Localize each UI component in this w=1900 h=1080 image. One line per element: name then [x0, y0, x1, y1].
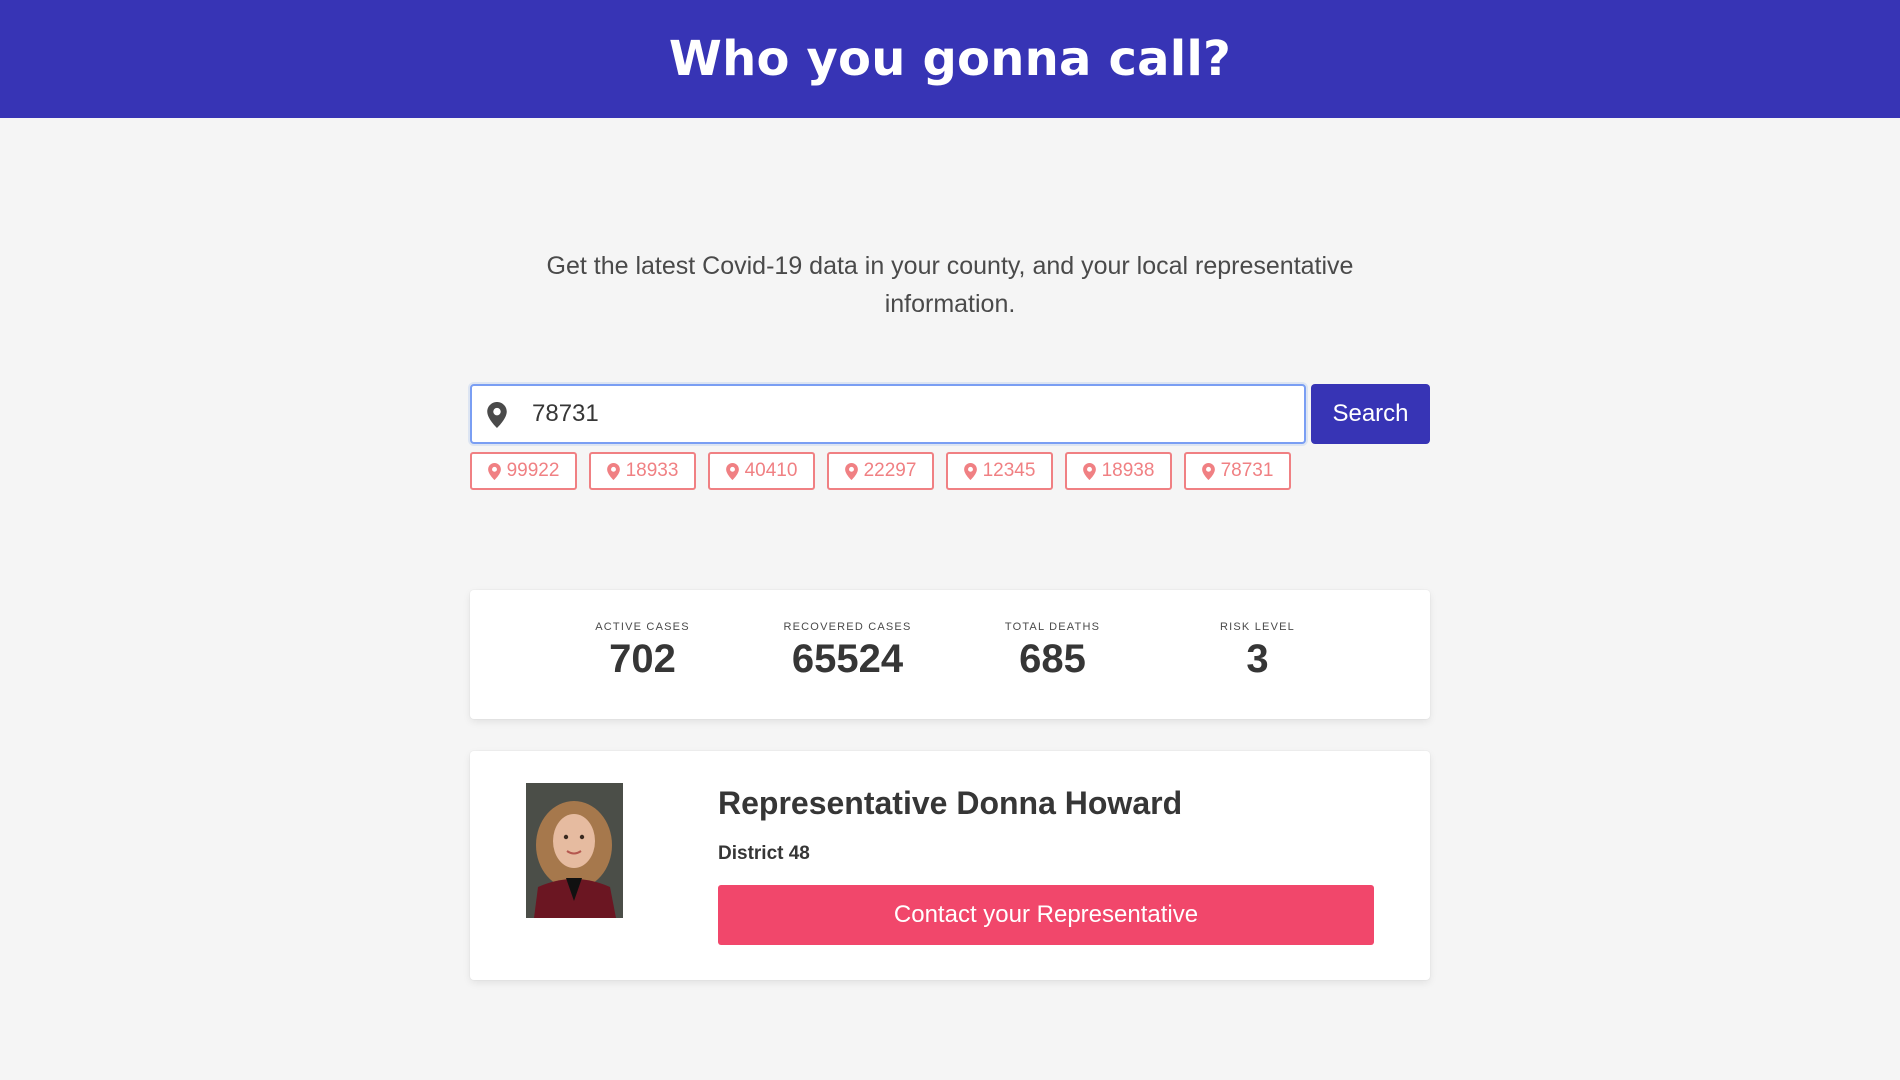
representative-district: District 48	[718, 843, 810, 864]
stat-value: 65524	[791, 637, 904, 681]
map-pin-icon	[1082, 462, 1096, 480]
search-button[interactable]: Search	[1311, 384, 1430, 444]
recent-zip-label: 12345	[982, 460, 1036, 481]
map-pin-icon	[487, 402, 507, 428]
header-banner: Who you gonna call?	[0, 0, 1900, 118]
portrait-image	[526, 783, 623, 918]
recent-zip-label: 22297	[863, 460, 917, 481]
page-title: Who you gonna call?	[668, 31, 1232, 87]
representative-name: Representative Donna Howard	[718, 785, 1183, 821]
search-row: Search	[470, 384, 1430, 444]
map-pin-icon	[844, 462, 858, 480]
tagline: Get the latest Covid-19 data in your cou…	[546, 252, 1354, 318]
map-pin-icon	[487, 462, 501, 480]
search-field[interactable]	[470, 384, 1306, 444]
representative-info: Representative Donna Howard District 48 …	[718, 785, 1374, 945]
stat-heading: ACTIVE CASES	[595, 621, 690, 633]
stat-item: RISK LEVEL 3	[1183, 621, 1333, 682]
zip-search-input[interactable]	[472, 386, 1304, 442]
stat-value: 3	[1246, 637, 1269, 681]
recent-zip-chip[interactable]: 18938	[1065, 452, 1172, 490]
contact-representative-button[interactable]: Contact your Representative	[718, 885, 1374, 945]
recent-zip-chip[interactable]: 99922	[470, 452, 577, 490]
recent-zip-chip[interactable]: 22297	[827, 452, 934, 490]
recent-zip-label: 18933	[625, 460, 679, 481]
stat-value: 702	[609, 637, 676, 681]
recent-zip-label: 99922	[506, 460, 560, 481]
main-container: Get the latest Covid-19 data in your cou…	[470, 247, 1430, 980]
stat-heading: TOTAL DEATHS	[1004, 621, 1101, 633]
map-pin-icon	[963, 462, 977, 480]
representative-photo	[526, 783, 623, 918]
representative-card: Representative Donna Howard District 48 …	[470, 751, 1430, 980]
covid-stats-card: ACTIVE CASES 702 RECOVERED CASES 65524 TOTAL…	[470, 590, 1430, 719]
map-pin-icon	[1201, 462, 1215, 480]
map-pin-icon	[725, 462, 739, 480]
recent-zip-label: 40410	[744, 460, 798, 481]
stat-item: ACTIVE CASES 702	[568, 621, 718, 682]
stat-value: 685	[1019, 637, 1086, 681]
stat-item: TOTAL DEATHS 685	[978, 621, 1128, 682]
recent-zip-chip[interactable]: 12345	[946, 452, 1053, 490]
stat-heading: RECOVERED CASES	[783, 621, 912, 633]
recent-zip-label: 78731	[1220, 460, 1274, 481]
recent-zip-list: 99922 18933 40410 22297 12345 18938 78731	[470, 452, 1430, 490]
stat-item: RECOVERED CASES 65524	[773, 621, 923, 682]
recent-zip-chip[interactable]: 18933	[589, 452, 696, 490]
recent-zip-label: 18938	[1101, 460, 1155, 481]
recent-zip-chip[interactable]: 78731	[1184, 452, 1291, 490]
stat-heading: RISK LEVEL	[1220, 621, 1295, 633]
map-pin-icon	[606, 462, 620, 480]
recent-zip-chip[interactable]: 40410	[708, 452, 815, 490]
